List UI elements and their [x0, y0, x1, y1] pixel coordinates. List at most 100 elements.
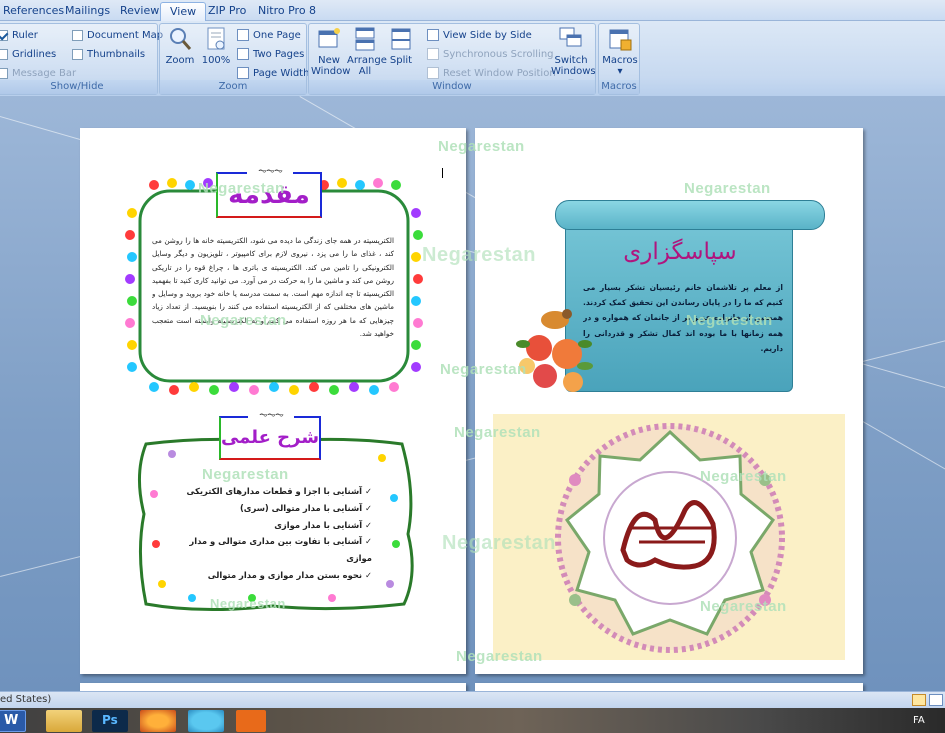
page-next-right[interactable]: [475, 683, 863, 691]
one-page-icon: [237, 29, 249, 41]
ribbon: Ruler Gridlines Message Bar Document Map…: [0, 21, 945, 96]
reset-window-position-button[interactable]: Reset Window Position: [427, 67, 556, 79]
list-item: ✓ آشنایی با اجزا و قطعات مدارهای الکتریک…: [186, 486, 372, 496]
synchronous-scrolling-button[interactable]: Synchronous Scrolling: [427, 48, 554, 60]
switch-windows-icon: [558, 26, 584, 52]
group-macros: Macros ▾ Macros: [598, 23, 640, 95]
text-cursor: [442, 168, 443, 178]
list-item: ✓ آشنایی با تفاوت بین مداری متوالی و مدا…: [189, 536, 372, 564]
page-100-icon: [203, 26, 229, 52]
new-window-button[interactable]: New Window: [311, 26, 350, 77]
checkbox-icon: [0, 49, 8, 60]
zoom-button[interactable]: Zoom: [164, 26, 196, 66]
page-next-left[interactable]: [80, 683, 466, 691]
group-zoom: Zoom 100% One Page Two Pages Page Width …: [159, 23, 309, 95]
resistor-icon: ⏦⏦⏦: [248, 409, 294, 422]
science-title: شرح علمی: [220, 427, 320, 448]
check-icon: ✓: [362, 536, 372, 547]
flower-bird-decoration: [516, 309, 593, 392]
group-title: Show/Hide: [0, 80, 157, 94]
group-title: Macros: [599, 80, 639, 94]
new-window-icon: [316, 26, 342, 52]
watermark-text: Negarestan: [442, 532, 556, 554]
chevron-down-icon: ▾: [617, 66, 623, 77]
bismillah-medallion: [555, 423, 785, 653]
watermark-text: Negarestan: [210, 596, 286, 611]
ribbon-tab-bar: References Mailings Review View ZIP Pro …: [0, 0, 945, 21]
firefox-icon[interactable]: [140, 710, 176, 732]
side-by-side-icon: [427, 29, 439, 41]
check-icon: ✓: [362, 486, 372, 496]
watermark-text: Negarestan: [700, 468, 787, 485]
file-explorer-icon[interactable]: [46, 710, 82, 732]
gridlines-checkbox[interactable]: Gridlines: [0, 49, 56, 60]
checkbox-icon: [72, 30, 83, 41]
watermark-text: Negarestan: [440, 361, 527, 378]
watermark-text: Negarestan: [686, 312, 773, 329]
tab-mailings[interactable]: Mailings: [56, 2, 119, 21]
group-title: Zoom: [160, 80, 306, 94]
tab-nitro-pro[interactable]: Nitro Pro 8: [249, 2, 325, 21]
reset-position-icon: [427, 67, 439, 79]
document-map-checkbox[interactable]: Document Map: [72, 30, 163, 41]
page-width-button[interactable]: Page Width: [237, 67, 309, 79]
input-language-indicator[interactable]: FA: [913, 715, 925, 726]
watermark-text: Negarestan: [438, 138, 525, 155]
tab-zip-pro[interactable]: ZIP Pro: [199, 2, 255, 21]
view-side-by-side-button[interactable]: View Side by Side: [427, 29, 532, 41]
check-icon: ✓: [362, 519, 372, 530]
macros-icon: [607, 26, 633, 52]
page-right[interactable]: سپاسگزاری از معلم پر تلاشمان خانم رئیسیا…: [475, 128, 863, 674]
list-item: ✓ نحوه بستن مدار موازی و مدار متوالی: [207, 569, 372, 580]
full-screen-reading-icon[interactable]: [929, 694, 943, 706]
magnifier-icon: [167, 26, 193, 52]
group-window: New Window Arrange All Split View Side by …: [308, 23, 596, 95]
list-item: ✓ آشنایی با مدار موازی: [274, 519, 372, 530]
thumbnails-checkbox[interactable]: Thumbnails: [72, 49, 145, 60]
check-icon: ✓: [362, 502, 372, 513]
watermark-text: Negarestan: [684, 180, 771, 197]
page-width-icon: [237, 67, 249, 79]
telegram-icon[interactable]: [188, 710, 224, 732]
watermark-text: Negarestan: [198, 180, 285, 197]
taskbar: W Ps FA: [0, 708, 945, 733]
sync-scroll-icon: [427, 48, 439, 60]
macros-button[interactable]: Macros ▾: [601, 26, 639, 77]
checkbox-icon: [0, 30, 8, 41]
group-show-hide: Ruler Gridlines Message Bar Document Map…: [0, 23, 163, 95]
one-page-button[interactable]: One Page: [237, 29, 301, 41]
split-icon: [388, 26, 414, 52]
document-area[interactable]: ⏦⏦⏦ مقدمه الکتریسیته در همه جای زندگی ما…: [0, 96, 945, 691]
checkbox-icon: [0, 68, 8, 79]
checkbox-icon: [72, 49, 83, 60]
list-item: ✓ آشنایی با مدار متوالی (سری): [239, 502, 372, 513]
word-taskbar-icon[interactable]: W: [0, 710, 26, 732]
language-indicator[interactable]: ed States): [0, 692, 51, 708]
zoom-100-button[interactable]: 100%: [200, 26, 232, 66]
message-bar-checkbox[interactable]: Message Bar: [0, 68, 76, 79]
switch-windows-button[interactable]: SwitchWindows ▾: [551, 26, 596, 88]
group-title: Window: [309, 80, 595, 94]
intro-paragraph: الکتریسیته در همه جای زندگی ما دیده می ش…: [152, 236, 394, 339]
watermark-text: Negarestan: [200, 312, 287, 329]
arrange-all-button[interactable]: Arrange All: [347, 26, 387, 77]
thanks-title: سپاسگزاری: [623, 239, 737, 265]
scroll-banner-top: [555, 200, 825, 230]
print-layout-view-icon[interactable]: [912, 694, 926, 706]
watermark-text: Negarestan: [422, 244, 536, 266]
status-bar: ed States): [0, 691, 945, 708]
watermark-text: Negarestan: [456, 648, 543, 665]
photoshop-icon[interactable]: Ps: [92, 710, 128, 732]
two-pages-button[interactable]: Two Pages: [237, 48, 304, 60]
page-left[interactable]: ⏦⏦⏦ مقدمه الکتریسیته در همه جای زندگی ما…: [80, 128, 466, 674]
ruler-checkbox[interactable]: Ruler: [0, 30, 38, 41]
watermark-text: Negarestan: [454, 424, 541, 441]
photoshop-logo: Ps: [102, 713, 118, 727]
science-list: ✓ آشنایی با اجزا و قطعات مدارهای الکتریک…: [176, 483, 372, 584]
split-button[interactable]: Split: [385, 26, 417, 66]
check-icon: ✓: [362, 569, 372, 580]
word-logo: W: [4, 713, 19, 728]
media-player-icon[interactable]: [236, 710, 266, 732]
watermark-text: Negarestan: [202, 466, 289, 483]
resistor-icon: ⏦⏦⏦: [247, 165, 293, 178]
